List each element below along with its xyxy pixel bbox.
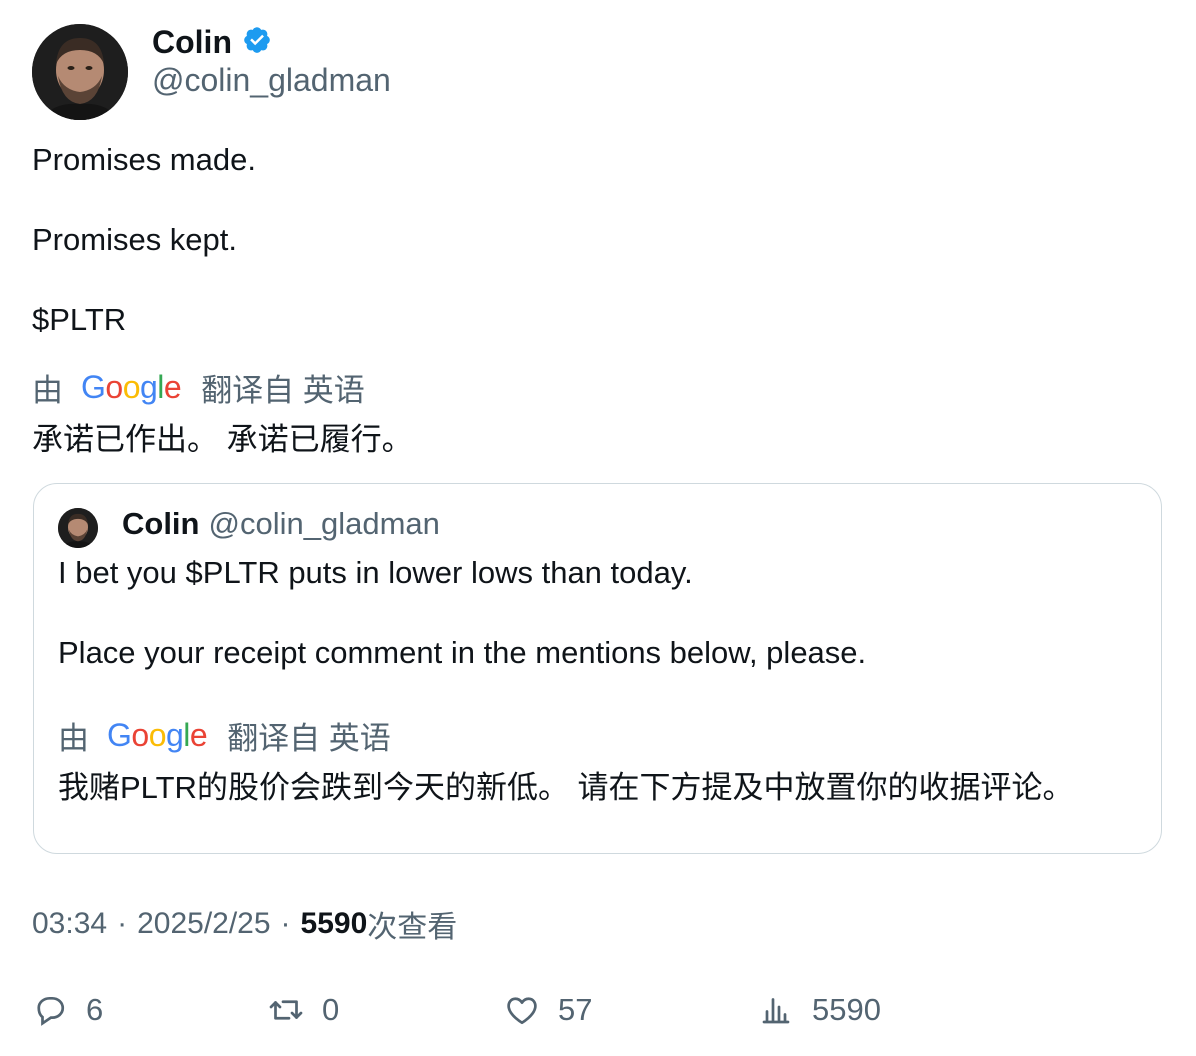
quoted-author-name: Colin [122, 506, 200, 541]
reply-button[interactable]: 6 [32, 988, 103, 1032]
quoted-translated-text: 我赌PLTR的股价会跌到今天的新低。 请在下方提及中放置你的收据评论。 [58, 770, 1074, 805]
author-name[interactable]: Colin [152, 24, 232, 61]
views-count: 5590 [300, 907, 368, 940]
tweet-date[interactable]: 2025/2/25 [137, 907, 270, 941]
translation-prefix: 由 [32, 372, 63, 408]
meta-separator: · [280, 907, 291, 940]
tweet-text-line: Promises kept. [32, 222, 238, 257]
translated-text: 承诺已作出。 承诺已履行。 [32, 422, 413, 457]
google-logo[interactable]: Google [81, 369, 182, 406]
quoted-author-avatar [58, 508, 98, 548]
author-name-row[interactable]: Colin [152, 22, 272, 62]
views-button[interactable]: 5590 [758, 988, 881, 1032]
tweet-time[interactable]: 03:34 [32, 907, 107, 941]
tweet-text-line: Promises made. [32, 142, 256, 177]
meta-separator: · [117, 907, 128, 940]
translation-prefix: 由 [58, 720, 89, 756]
like-button[interactable]: 57 [504, 988, 592, 1032]
reply-count: 6 [86, 992, 104, 1027]
repost-button[interactable]: 0 [268, 988, 339, 1032]
repost-count: 0 [322, 992, 340, 1027]
google-logo[interactable]: Google [107, 717, 208, 754]
heart-icon [504, 992, 540, 1028]
tweet-meta: 03:34 · 2025/2/25 · 5590 次查看 [32, 902, 457, 946]
translation-suffix: 翻译自 英语 [201, 372, 365, 408]
verified-badge-icon [242, 25, 272, 60]
analytics-icon [758, 992, 794, 1028]
reply-icon [32, 992, 68, 1028]
quoted-author-handle: @colin_gladman [208, 506, 440, 541]
translation-suffix: 翻译自 英语 [227, 720, 391, 756]
translation-attribution: 由 Google 翻译自 英语 [32, 367, 365, 408]
author-avatar[interactable] [32, 24, 128, 120]
like-count: 57 [558, 992, 593, 1027]
views-action-count: 5590 [812, 992, 881, 1027]
author-handle[interactable]: @colin_gladman [152, 62, 391, 99]
quoted-text-line: I bet you $PLTR puts in lower lows than … [58, 555, 693, 590]
quoted-translation-attribution: 由 Google 翻译自 英语 [58, 715, 391, 756]
quoted-text-line: Place your receipt comment in the mentio… [58, 635, 867, 670]
views-label: 次查看 [367, 911, 458, 944]
cashtag-link[interactable]: $PLTR [32, 302, 126, 338]
quoted-author-row: Colin @colin_gladman [122, 504, 440, 544]
repost-icon [268, 992, 304, 1028]
